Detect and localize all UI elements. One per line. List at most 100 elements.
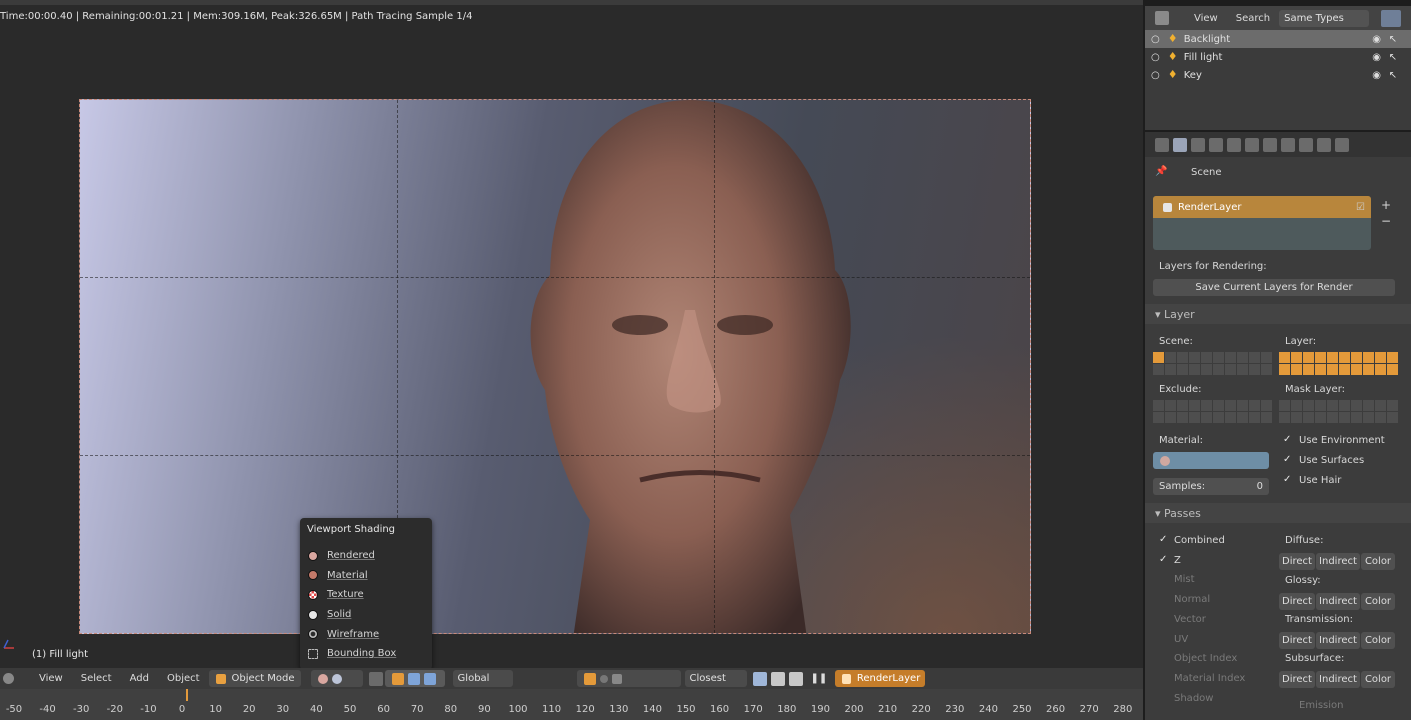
current-frame-cursor[interactable] (186, 689, 188, 701)
use-hair-checkbox[interactable]: ✓ (1283, 475, 1293, 485)
passes-panel-header[interactable]: ▾ Passes (1145, 503, 1411, 523)
exclude-layers-grid[interactable] (1153, 400, 1212, 423)
pass-indirect-button[interactable]: Indirect (1316, 632, 1360, 649)
samples-field[interactable]: Samples: 0 (1153, 478, 1269, 495)
visibility-eye-icon[interactable]: ◉ (1372, 70, 1381, 81)
render-anim-icon[interactable] (788, 671, 803, 686)
pass-checkbox[interactable]: ✓ (1159, 554, 1169, 565)
selectable-cursor-icon[interactable]: ↖ (1389, 70, 1397, 81)
texture-tab-icon[interactable] (1317, 137, 1331, 152)
expand-icon[interactable]: ○ (1151, 70, 1160, 81)
snap-target-icon[interactable] (752, 671, 767, 686)
menu-view[interactable]: View (30, 673, 72, 684)
shading-dropdown[interactable] (310, 670, 363, 687)
expand-icon[interactable]: ○ (1151, 52, 1160, 63)
outliner-row-backlight[interactable]: ○ ♦ Backlight ◉ ↖ (1145, 30, 1411, 48)
pass-indirect-button[interactable]: Indirect (1316, 553, 1360, 570)
scene-tab-icon[interactable] (1191, 137, 1205, 152)
scene-layers-grid[interactable] (1153, 352, 1212, 375)
material-override-field[interactable] (1153, 452, 1269, 469)
use-surfaces-checkbox[interactable]: ✓ (1283, 455, 1293, 465)
layer-panel-header[interactable]: ▾ Layer (1145, 304, 1411, 324)
outliner-menu-view[interactable]: View (1185, 13, 1227, 24)
shading-option-texture[interactable]: Texture (300, 585, 432, 605)
render-layer-list-item[interactable]: RenderLayer ☑ (1153, 196, 1371, 218)
save-layers-button[interactable]: Save Current Layers for Render (1153, 279, 1395, 296)
render-still-icon[interactable] (770, 671, 785, 686)
data-tab-icon[interactable] (1281, 137, 1295, 152)
material-tab-icon[interactable] (1299, 137, 1313, 152)
shading-option-solid[interactable]: Solid (300, 605, 432, 625)
shading-option-rendered[interactable]: Rendered (300, 546, 432, 566)
pass-color-button[interactable]: Color (1361, 593, 1395, 610)
scene-layers-grid-2[interactable] (1213, 352, 1272, 375)
bounding-box-shading-icon (308, 648, 318, 659)
outliner-filter-dropdown[interactable]: Same Types (1279, 9, 1370, 27)
add-layer-button[interactable]: + (1381, 198, 1391, 212)
transform-manipulators[interactable] (384, 670, 445, 687)
selectable-cursor-icon[interactable]: ↖ (1389, 34, 1397, 45)
pass-color-button[interactable]: Color (1361, 553, 1395, 570)
pass-direct-button[interactable]: Direct (1279, 671, 1315, 688)
render-tab-icon[interactable] (1155, 137, 1169, 152)
pass-indirect-button[interactable]: Indirect (1316, 671, 1360, 688)
pass-checkbox[interactable]: ✓ (1159, 535, 1169, 545)
3d-viewport[interactable]: Time:00:00.40 | Remaining:00:01.21 | Mem… (0, 0, 1143, 668)
menu-add[interactable]: Add (121, 673, 158, 684)
object-tab-icon[interactable] (1227, 137, 1241, 152)
pass-color-button[interactable]: Color (1361, 632, 1395, 649)
render-layers-tab-icon[interactable] (1173, 137, 1187, 152)
timeline[interactable]: -50 -40 -30 -20 -10 0 10 20 30 40 50 60 70 80 90 100 110… (0, 689, 1143, 720)
viewport-shading-menu[interactable]: Viewport Shading Rendered Material Textu… (300, 518, 432, 670)
menu-select[interactable]: Select (72, 673, 121, 684)
snap-dropdown[interactable]: Closest (684, 670, 747, 687)
mask-layers-grid[interactable] (1279, 400, 1338, 423)
expand-icon[interactable]: ○ (1151, 34, 1160, 45)
orientation-dropdown[interactable]: Global (452, 670, 513, 687)
constraints-tab-icon[interactable] (1245, 137, 1259, 152)
shading-option-bounding-box[interactable]: Bounding Box (300, 644, 432, 664)
outliner-row-fill-light[interactable]: ○ ♦ Fill light ◉ ↖ (1145, 48, 1411, 66)
pass-indirect-button[interactable]: Indirect (1316, 593, 1360, 610)
mask-layers-grid-2[interactable] (1339, 400, 1398, 423)
pass-checkbox[interactable] (1159, 634, 1169, 644)
visibility-eye-icon[interactable]: ◉ (1372, 52, 1381, 63)
mode-dropdown[interactable]: Object Mode (208, 670, 301, 687)
render-layers-grid[interactable] (1279, 352, 1338, 375)
pass-direct-button[interactable]: Direct (1279, 553, 1315, 570)
modifiers-tab-icon[interactable] (1263, 137, 1277, 152)
menu-object[interactable]: Object (158, 673, 209, 684)
world-tab-icon[interactable] (1209, 137, 1223, 152)
render-layer-selector[interactable]: RenderLayer (835, 670, 926, 687)
pass-checkbox[interactable] (1159, 614, 1169, 624)
exclude-layers-grid-2[interactable] (1213, 400, 1272, 423)
pass-direct-button[interactable]: Direct (1279, 593, 1315, 610)
shading-option-material[interactable]: Material (300, 566, 432, 586)
outliner-menu-search[interactable]: Search (1227, 13, 1279, 24)
pin-icon[interactable]: 📌 (1155, 166, 1167, 177)
pass-checkbox[interactable] (1159, 693, 1169, 703)
outliner-row-key[interactable]: ○ ♦ Key ◉ ↖ (1145, 66, 1411, 84)
remove-layer-button[interactable]: − (1381, 214, 1391, 228)
render-layer-list[interactable]: RenderLayer ☑ (1153, 196, 1371, 250)
particles-tab-icon[interactable] (1335, 137, 1349, 152)
pause-icon[interactable]: ❚❚ (805, 673, 834, 684)
layer-buttons[interactable] (576, 670, 681, 687)
viewport-header: View Select Add Object Object Mode Globa… (0, 668, 1143, 689)
pass-checkbox[interactable] (1159, 673, 1169, 683)
pass-checkbox[interactable] (1159, 653, 1169, 663)
outliner-editor-icon[interactable] (1155, 11, 1169, 25)
use-environment-checkbox[interactable]: ✓ (1283, 435, 1293, 445)
selectable-cursor-icon[interactable]: ↖ (1389, 52, 1397, 63)
pass-color-button[interactable]: Color (1361, 671, 1395, 688)
visibility-eye-icon[interactable]: ◉ (1372, 34, 1381, 45)
pass-checkbox[interactable] (1159, 594, 1169, 604)
shading-option-wireframe[interactable]: Wireframe (300, 624, 432, 644)
layer-enabled-checkbox[interactable]: ☑ (1356, 202, 1365, 213)
search-icon[interactable] (1381, 9, 1402, 27)
manipulator-icon[interactable] (368, 671, 383, 686)
pass-checkbox[interactable] (1159, 574, 1169, 584)
pass-direct-button[interactable]: Direct (1279, 632, 1315, 649)
editor-type-icon[interactable] (3, 673, 14, 684)
render-layers-grid-2[interactable] (1339, 352, 1398, 375)
